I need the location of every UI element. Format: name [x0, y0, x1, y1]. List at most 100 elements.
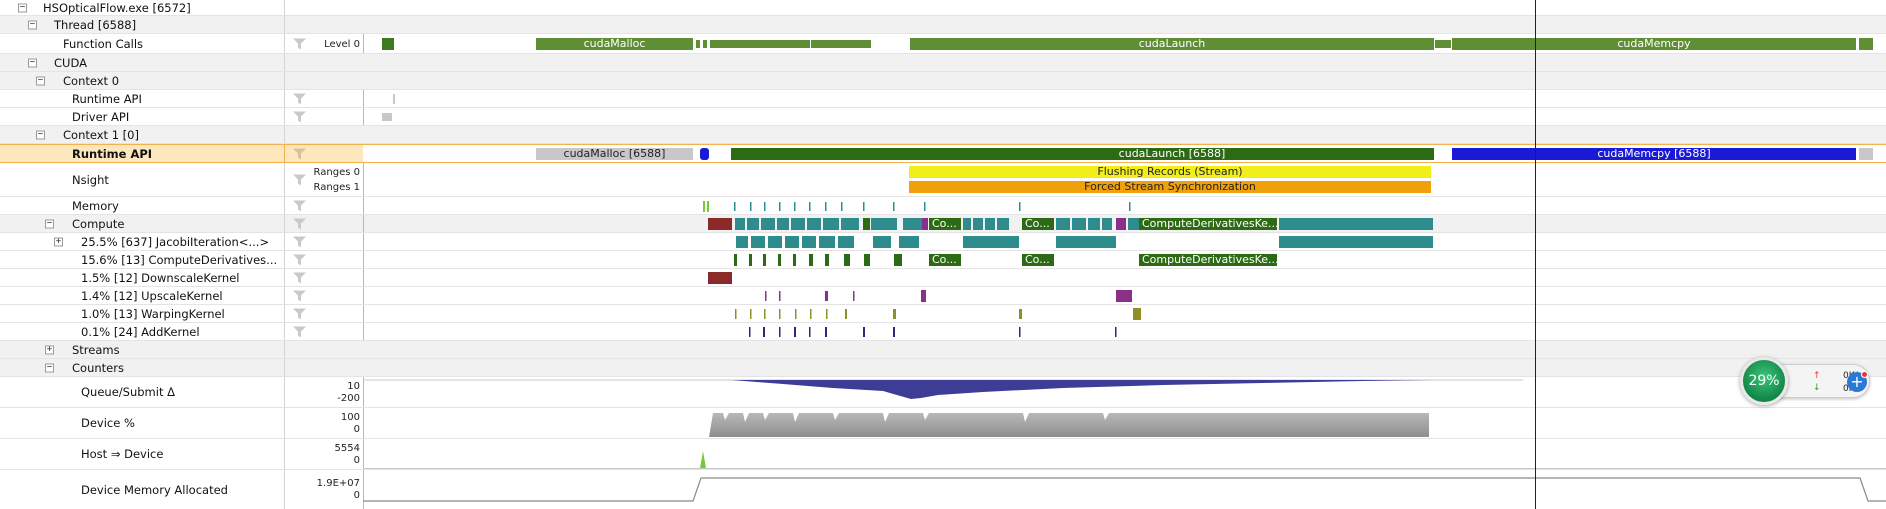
memcpy-block[interactable]	[700, 148, 709, 160]
filter-icon[interactable]	[293, 148, 306, 159]
runtime-api-label: Runtime API	[72, 146, 153, 161]
sync-range-bar[interactable]: Forced Stream Synchronization	[909, 181, 1431, 193]
tree-row-kernel-jacobi[interactable]: + 25.5% [637] JacobiIteration<...>	[0, 233, 1886, 251]
filter-icon[interactable]	[293, 174, 306, 185]
filter-icon[interactable]	[293, 93, 306, 104]
tree-row-process[interactable]: − HSOpticalFlow.exe [6572]	[0, 0, 1886, 16]
warping-track	[363, 305, 1886, 322]
tree-row-thread[interactable]: − Thread [6588]	[0, 16, 1886, 34]
tree-row-nsight[interactable]: Nsight Ranges 0 Ranges 1 Flushing Record…	[0, 163, 1886, 197]
ranges1-label: Ranges 1	[313, 182, 360, 193]
call-block[interactable]	[731, 148, 910, 160]
filter-icon[interactable]	[293, 326, 306, 337]
tree-row-kernel-warping[interactable]: 1.0% [13] WarpingKernel	[0, 305, 1886, 323]
cudalaunch-api-bar[interactable]: cudaLaunch [6588]	[910, 148, 1434, 160]
memory-usage-gauge[interactable]: 29%	[1740, 357, 1788, 405]
tree-row-counter-device[interactable]: Device % 100 0	[0, 408, 1886, 439]
collapse-toggle[interactable]: −	[28, 58, 37, 67]
counter-min: 0	[353, 424, 360, 435]
cudalaunch-call-bar[interactable]: cudaLaunch	[910, 38, 1434, 50]
tree-row-memory[interactable]: Memory	[0, 197, 1886, 215]
call-block[interactable]	[1859, 38, 1873, 50]
compute-label: Compute	[72, 216, 125, 231]
driver-call-block[interactable]	[382, 113, 392, 121]
expand-toggle[interactable]: +	[45, 345, 54, 354]
collapse-toggle[interactable]: −	[18, 3, 27, 12]
expand-toggle[interactable]: +	[54, 237, 63, 246]
collapse-toggle[interactable]: −	[45, 219, 54, 228]
tree-row-kernel-downscale[interactable]: 1.5% [12] DownscaleKernel	[0, 269, 1886, 287]
compute-kernel-bar[interactable]: Co...	[929, 218, 961, 230]
call-block[interactable]	[1435, 40, 1451, 48]
filter-icon[interactable]	[293, 200, 306, 211]
tree-row-runtime-api-1[interactable]: Runtime API cudaMalloc [6588] cudaLaunch…	[0, 144, 1886, 163]
cudamemcpy-api-bar[interactable]: cudaMemcpy [6588]	[1452, 148, 1856, 160]
flush-range-bar[interactable]: Flushing Records (Stream)	[909, 166, 1431, 178]
memory-track	[363, 197, 1886, 214]
tree-cell: Runtime API	[0, 145, 285, 162]
kernel-label: 1.4% [12] UpscaleKernel	[81, 288, 223, 303]
nsight-track: Flushing Records (Stream) Forced Stream …	[363, 163, 1886, 196]
tree-row-streams[interactable]: + Streams	[0, 341, 1886, 359]
tree-row-context1[interactable]: − Context 1 [0]	[0, 126, 1886, 144]
counter-min: -200	[337, 393, 360, 404]
tree-row-runtime-api-0[interactable]: Runtime API	[0, 90, 1886, 108]
network-speed-widget[interactable]: ↑ ↓ 0K/s 0K/s 29% +	[1740, 357, 1872, 405]
driver-api-label: Driver API	[72, 109, 130, 124]
collapse-toggle[interactable]: −	[45, 363, 54, 372]
compute-kernel-bar[interactable]: Co...	[1022, 218, 1054, 230]
compute-kernel-bar[interactable]: ComputeDerivativesKe...	[1139, 218, 1277, 230]
tree-row-compute[interactable]: − Compute Co... Co... ComputeDerivatives…	[0, 215, 1886, 233]
tree-row-counter-host[interactable]: Host ⇒ Device 5554 0	[0, 439, 1886, 470]
tree-row-driver-api[interactable]: Driver API	[0, 108, 1886, 126]
tree-row-kernel-add[interactable]: 0.1% [24] AddKernel	[0, 323, 1886, 341]
time-cursor-line[interactable]	[1535, 0, 1536, 509]
cudamalloc-call-bar[interactable]: cudaMalloc	[536, 38, 693, 50]
tree-row-kernel-computederivatives[interactable]: 15.6% [13] ComputeDerivatives... Co... C…	[0, 251, 1886, 269]
tree-row-cuda[interactable]: − CUDA	[0, 54, 1886, 72]
filter-icon[interactable]	[293, 218, 306, 229]
tree-cell: Driver API	[0, 108, 285, 125]
process-label: HSOpticalFlow.exe [6572]	[43, 0, 191, 15]
filter-icon[interactable]	[293, 111, 306, 122]
call-block[interactable]	[696, 40, 700, 48]
collapse-toggle[interactable]: −	[28, 20, 37, 29]
cudamemcpy-call-bar[interactable]: cudaMemcpy	[1452, 38, 1856, 50]
computederivatives-kernel-marks	[734, 254, 902, 266]
tree-row-context0[interactable]: − Context 0	[0, 72, 1886, 90]
call-block[interactable]	[382, 38, 394, 50]
tree-cell: Device %	[0, 408, 285, 438]
tree-cell: − Compute	[0, 215, 285, 232]
tree-row-counter-memory[interactable]: Device Memory Allocated 1.9E+07 0	[0, 470, 1886, 509]
computederivatives-bar[interactable]: Co...	[929, 254, 961, 266]
tree-cell: Nsight	[0, 163, 285, 196]
filter-icon[interactable]	[293, 308, 306, 319]
memory-counter-graph	[363, 477, 1886, 502]
memory-events	[703, 201, 1131, 212]
filter-icon[interactable]	[293, 236, 306, 247]
filter-icon[interactable]	[293, 290, 306, 301]
cudamalloc-api-bar[interactable]: cudaMalloc [6588]	[536, 148, 693, 160]
device-counter-track	[363, 408, 1886, 438]
counters-label: Counters	[72, 360, 124, 375]
api-call-tick[interactable]	[393, 94, 395, 104]
call-block[interactable]	[703, 40, 707, 48]
api-call-tick[interactable]	[1859, 148, 1873, 160]
compute-track: Co... Co... ComputeDerivativesKe...	[363, 215, 1886, 232]
computederivatives-bar[interactable]: ComputeDerivativesKe...	[1139, 254, 1277, 266]
filter-icon[interactable]	[293, 254, 306, 265]
call-block[interactable]	[710, 40, 810, 48]
filter-icon[interactable]	[293, 38, 306, 49]
collapse-toggle[interactable]: −	[36, 76, 45, 85]
boost-plus-icon[interactable]: +	[1847, 371, 1868, 392]
tree-row-kernel-upscale[interactable]: 1.4% [12] UpscaleKernel	[0, 287, 1886, 305]
runtime-api-0-track	[363, 90, 1886, 107]
collapse-toggle[interactable]: −	[36, 130, 45, 139]
notification-dot-icon	[1861, 371, 1868, 378]
call-block[interactable]	[811, 40, 871, 48]
tree-row-counters[interactable]: − Counters	[0, 359, 1886, 377]
tree-row-counter-queue[interactable]: Queue/Submit Δ 10 -200	[0, 377, 1886, 408]
tree-row-function-calls[interactable]: Function Calls Level 0 cudaMalloc cudaLa…	[0, 34, 1886, 54]
computederivatives-bar[interactable]: Co...	[1022, 254, 1054, 266]
filter-icon[interactable]	[293, 272, 306, 283]
